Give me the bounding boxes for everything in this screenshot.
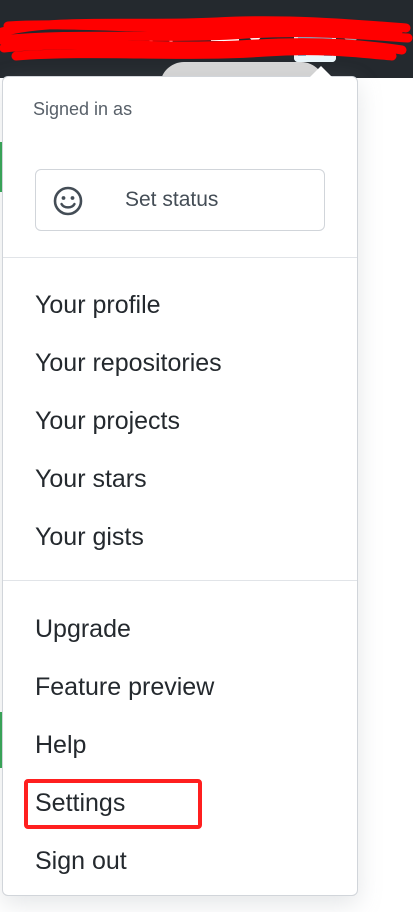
redaction-scribble (0, 16, 413, 61)
settings-highlight-box (24, 779, 202, 829)
menu-item-your-stars[interactable]: Your stars (35, 465, 147, 494)
signed-in-label: Signed in as (33, 99, 133, 119)
menu-divider (3, 257, 357, 258)
menu-item-sign-out[interactable]: Sign out (35, 847, 127, 876)
menu-item-your-projects[interactable]: Your projects (35, 407, 180, 436)
menu-item-your-repositories[interactable]: Your repositories (35, 349, 222, 378)
menu-item-upgrade[interactable]: Upgrade (35, 615, 131, 644)
menu-divider (3, 580, 357, 581)
user-dropdown-menu: Signed in as Set status Your profile You… (2, 76, 358, 896)
dropdown-caret (310, 66, 332, 77)
menu-item-feature-preview[interactable]: Feature preview (35, 673, 214, 702)
signed-in-header: Signed in as (3, 77, 357, 151)
menu-item-your-gists[interactable]: Your gists (35, 523, 144, 552)
smiley-icon (53, 186, 83, 216)
menu-item-your-profile[interactable]: Your profile (35, 291, 161, 320)
menu-item-help[interactable]: Help (35, 731, 86, 760)
set-status-label: Set status (125, 188, 219, 211)
set-status-button[interactable]: Set status (35, 169, 325, 231)
